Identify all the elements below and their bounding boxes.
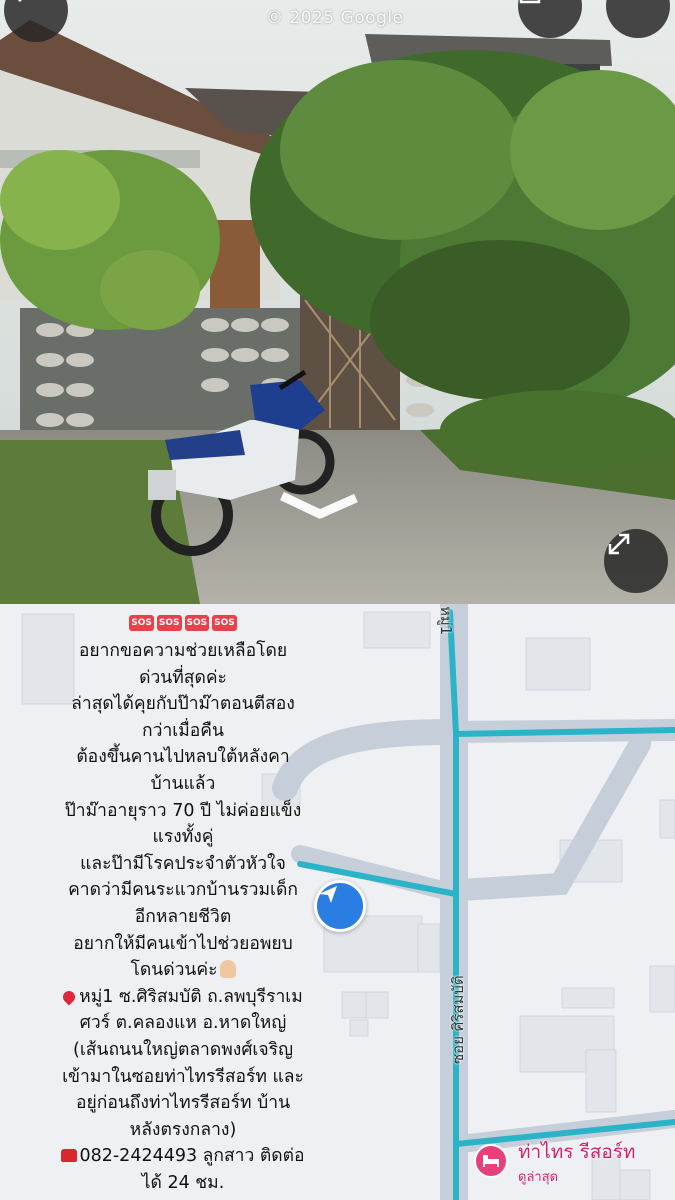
expand-button[interactable] <box>604 529 668 593</box>
post-line: ป๊าม๊าอายุราว 70 ปี ไม่ค่อยแข็ง <box>64 800 302 821</box>
copyright-watermark: © 2025 Google <box>266 8 404 28</box>
phone-line: 082-2424493 ลูกสาว ติดต่อ <box>0 1143 366 1170</box>
post-line: แรงทั้งคู่ <box>152 827 214 848</box>
post-line: กว่าเมื่อคืน <box>142 720 224 741</box>
sos-badge: SOS <box>184 615 210 631</box>
sos-badge-row: SOS SOS SOS SOS <box>0 612 366 634</box>
post-line: อยากขอความช่วยเหลือโดย <box>78 641 288 661</box>
bed-icon <box>482 1152 500 1171</box>
post-line: อีกหลายชีวิต <box>134 906 232 927</box>
sos-post-text: SOS SOS SOS SOS อยากขอความช่วยเหลือโดย ด… <box>0 612 366 1196</box>
place-pin-tha-sai-resort[interactable] <box>474 1144 508 1178</box>
telephone-icon <box>61 1149 78 1163</box>
post-line-with-emoji: โดนด่วนค่ะ <box>0 957 366 984</box>
sos-badge: SOS <box>156 615 182 631</box>
post-line: ต้องขึ้นคานไปหลบใต้หลังคา <box>76 747 290 768</box>
street-label-soi-sirisombat: ซอย ศิริสมบัติ <box>449 975 467 1064</box>
post-line: อยากให้มีคนเข้าไปช่วยอพยบ <box>73 933 293 954</box>
address-line-text: หมู่1 ซ.ศิริสมบัติ ถ.ลพบุรีราเม <box>79 986 303 1007</box>
street-view-photo[interactable]: © 2025 Google <box>0 0 675 604</box>
post-line: ล่าสุดได้คุยกับป๊าม๊าตอนตีสอง <box>71 694 295 715</box>
address-line: (เส้นถนนใหญ่ตลาดพงศ์เจริญ <box>73 1039 293 1060</box>
address-line: เข้ามาในซอยท่าไทรรีสอร์ท และ <box>62 1066 304 1087</box>
sos-badge: SOS <box>212 615 237 631</box>
post-line: บ้านแล้ว <box>150 773 216 794</box>
address-line: หลังตรงกลาง) <box>129 1119 237 1140</box>
address-line: ศวร์ ต.คลองแห อ.หาดใหญ่ <box>79 1013 287 1034</box>
street-view-scene <box>0 0 675 604</box>
place-name[interactable]: ท่าไทร รีสอร์ท <box>518 1137 635 1167</box>
post-line: ด่วนที่สุดค่ะ <box>139 667 227 688</box>
street-label-moo1: หมู่1 <box>437 606 455 636</box>
address-line: อยู่ก่อนถึงท่าไทรรีสอร์ท บ้าน <box>75 1093 291 1114</box>
post-line: และป๊ามีโรคประจำตัวหัวใจ <box>80 853 286 874</box>
place-subtitle: ดูล่าสุด <box>518 1170 559 1185</box>
phone-line-2: ได้ 24 ชม. <box>141 1172 225 1193</box>
praying-hands-icon <box>219 960 236 979</box>
sos-badge: SOS <box>129 615 154 631</box>
post-line-text: โดนด่วนค่ะ <box>130 960 218 981</box>
post-line: คาดว่ามีคนระแวกบ้านรวมเด็ก <box>68 880 298 901</box>
location-pin-icon <box>60 988 78 1006</box>
phone-number-text: 082-2424493 ลูกสาว ติดต่อ <box>79 1146 305 1167</box>
address-line: หมู่1 ซ.ศิริสมบัติ ถ.ลพบุรีราเม <box>0 984 366 1011</box>
